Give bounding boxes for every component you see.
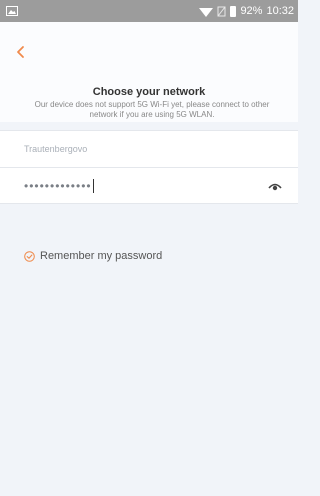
page-title: Choose your network — [92, 86, 206, 98]
header: Choose your network Our device does not … — [0, 22, 298, 122]
clock: 10:32 — [266, 5, 294, 17]
sim-icon — [217, 6, 226, 16]
battery-percent: 92% — [240, 5, 263, 17]
eye-icon[interactable] — [268, 180, 282, 192]
ssid-field[interactable]: Trautenbergovo — [0, 130, 298, 167]
password-mask: ••••••••••••• — [24, 179, 92, 193]
status-bar: 92% 10:32 — [0, 0, 298, 22]
battery-icon — [230, 5, 237, 17]
text-cursor — [92, 179, 95, 193]
check-circle-icon — [24, 250, 35, 262]
image-icon — [6, 6, 18, 16]
password-field[interactable]: ••••••••••••• — [0, 167, 298, 204]
page-description: Our device does not support 5G Wi-Fi yet… — [34, 100, 270, 119]
wifi-icon — [199, 7, 214, 17]
remember-password-toggle[interactable]: Remember my password — [24, 250, 162, 262]
remember-password-label: Remember my password — [40, 250, 163, 262]
chevron-left-icon[interactable] — [14, 42, 28, 62]
ssid-value: Trautenbergovo — [24, 144, 88, 154]
password-value: ••••••••••••• — [24, 179, 95, 193]
